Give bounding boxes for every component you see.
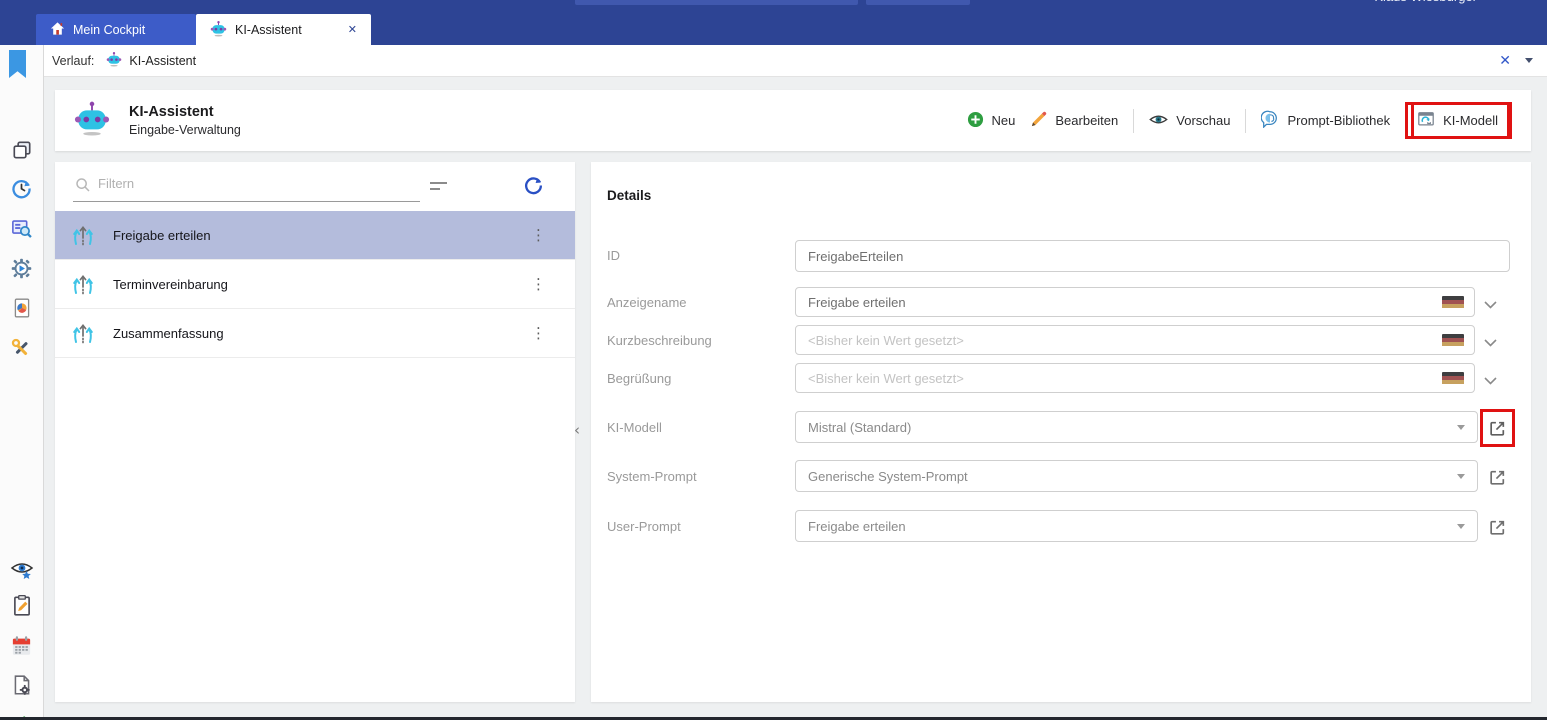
entries-list-panel: Freigabe erteilen ⋮ Terminvereinbarung ⋮… — [55, 162, 575, 702]
history-label: Verlauf: — [52, 54, 94, 68]
list-item-label: Freigabe erteilen — [113, 228, 211, 243]
input-flow-icon — [69, 272, 97, 303]
chevron-down-icon[interactable] — [1484, 334, 1498, 352]
input-flow-icon — [69, 321, 97, 352]
history-bar: Verlauf: KI-Assistent ✕ — [44, 45, 1547, 77]
history-icon[interactable] — [10, 176, 34, 200]
list-item-freigabe-erteilen[interactable]: Freigabe erteilen ⋮ — [55, 211, 575, 260]
search-icon — [75, 177, 91, 198]
plus-circle-icon — [967, 111, 984, 131]
annotation-red-box-toolbar — [1411, 102, 1512, 139]
id-field — [795, 240, 1510, 272]
history-close-icon[interactable]: ✕ — [1499, 52, 1511, 69]
chevron-down-icon[interactable] — [1525, 58, 1533, 63]
field-label-system-prompt: System-Prompt — [607, 469, 697, 484]
chevron-down-icon — [1457, 524, 1465, 529]
field-label-user-prompt: User-Prompt — [607, 519, 681, 534]
filter-underline — [73, 201, 420, 202]
tab-label: KI-Assistent — [235, 23, 302, 37]
module-header: KI-Assistent Eingabe-Verwaltung Neu Bear… — [55, 90, 1531, 151]
list-item-label: Zusammenfassung — [113, 326, 224, 341]
edit-form-icon[interactable] — [10, 593, 34, 617]
field-label-kurzbeschreibung: Kurzbeschreibung — [607, 333, 712, 348]
bearbeiten-button[interactable]: Bearbeiten — [1030, 111, 1118, 131]
neu-button[interactable]: Neu — [967, 111, 1016, 131]
field-label-id: ID — [607, 248, 620, 263]
report-icon[interactable] — [10, 296, 34, 320]
page-title: KI-Assistent — [129, 104, 241, 120]
gear-play-icon[interactable] — [10, 256, 34, 280]
collapse-panel-chevron[interactable]: ‹ — [574, 421, 580, 439]
robot-icon — [210, 20, 227, 40]
user-name-clipped: Klaus Wiesbürger — [1374, 0, 1477, 6]
details-panel: Details ID Anzeigename Kurzbeschreibung … — [591, 162, 1531, 702]
top-bar: Klaus Wiesbürger Mein Cockpit KI-Assiste… — [0, 0, 1547, 45]
kebab-menu-icon[interactable]: ⋮ — [531, 275, 546, 293]
list-item-label: Terminvereinbarung — [113, 277, 228, 292]
vorschau-button[interactable]: Vorschau — [1149, 112, 1230, 130]
list-item-terminvereinbarung[interactable]: Terminvereinbarung ⋮ — [55, 260, 575, 309]
field-label-ki-modell: KI-Modell — [607, 420, 662, 435]
robot-icon — [106, 51, 122, 70]
top-button-remnant — [866, 0, 970, 5]
data-search-icon[interactable] — [10, 216, 34, 240]
entries-list: Freigabe erteilen ⋮ Terminvereinbarung ⋮… — [55, 211, 575, 358]
field-label-begruessung: Begrüßung — [607, 371, 671, 386]
refresh-icon[interactable] — [523, 175, 544, 201]
german-flag-icon — [1442, 296, 1464, 309]
begruessung-field — [795, 363, 1475, 393]
robot-icon — [73, 99, 111, 142]
eye-icon — [1149, 112, 1168, 130]
details-title: Details — [607, 188, 651, 203]
prompt-library-icon — [1261, 110, 1279, 131]
kurzbeschreibung-input[interactable] — [796, 333, 1442, 348]
chevron-down-icon[interactable] — [1484, 372, 1498, 390]
id-input[interactable] — [796, 249, 1509, 264]
german-flag-icon — [1442, 372, 1464, 385]
anzeigename-field — [795, 287, 1475, 317]
field-label-anzeigename: Anzeigename — [607, 295, 687, 310]
pencil-icon — [1030, 111, 1047, 131]
chevron-down-icon — [1457, 425, 1465, 430]
annotation-red-box-field — [1480, 409, 1515, 447]
prompt-bibliothek-button[interactable]: Prompt-Bibliothek — [1261, 110, 1390, 131]
begruessung-input[interactable] — [796, 371, 1442, 386]
tab-ki-assistent[interactable]: KI-Assistent ✕ — [196, 14, 371, 45]
toolbar-separator — [1245, 109, 1246, 133]
kebab-menu-icon[interactable]: ⋮ — [531, 324, 546, 342]
kebab-menu-icon[interactable]: ⋮ — [531, 226, 546, 244]
list-item-zusammenfassung[interactable]: Zusammenfassung ⋮ — [55, 309, 575, 358]
top-search-remnant — [575, 0, 858, 5]
system-prompt-select[interactable]: Generische System-Prompt — [795, 460, 1478, 492]
ki-modell-select[interactable]: Mistral (Standard) — [795, 411, 1478, 443]
page-subtitle: Eingabe-Verwaltung — [129, 123, 241, 137]
left-rail — [0, 45, 44, 717]
bookmark-icon[interactable] — [9, 50, 26, 78]
chevron-down-icon[interactable] — [1484, 296, 1498, 314]
history-item-label: KI-Assistent — [129, 54, 196, 68]
open-system-prompt-icon[interactable] — [1488, 468, 1507, 492]
calendar-icon[interactable] — [10, 633, 34, 657]
pages-icon[interactable] — [10, 138, 34, 162]
page-settings-icon[interactable] — [10, 673, 34, 697]
open-user-prompt-icon[interactable] — [1488, 518, 1507, 542]
kurzbeschreibung-field — [795, 325, 1475, 355]
history-item-ki-assistent[interactable]: KI-Assistent — [106, 51, 196, 70]
input-flow-icon — [69, 223, 97, 254]
user-prompt-select[interactable]: Freigabe erteilen — [795, 510, 1478, 542]
tab-label: Mein Cockpit — [73, 23, 145, 37]
tab-mein-cockpit[interactable]: Mein Cockpit — [36, 14, 196, 45]
german-flag-icon — [1442, 334, 1464, 347]
chevron-down-icon — [1457, 474, 1465, 479]
toolbar-separator — [1133, 109, 1134, 133]
home-icon — [50, 21, 65, 39]
sort-icon[interactable] — [430, 182, 447, 194]
filter-input[interactable] — [98, 176, 398, 191]
preview-star-icon[interactable] — [10, 558, 34, 582]
tab-bar: Mein Cockpit KI-Assistent ✕ — [36, 14, 371, 45]
anzeigename-input[interactable] — [796, 295, 1442, 310]
tools-icon[interactable] — [10, 336, 34, 360]
tab-close-icon[interactable]: ✕ — [348, 23, 357, 36]
filter-row — [55, 162, 575, 211]
